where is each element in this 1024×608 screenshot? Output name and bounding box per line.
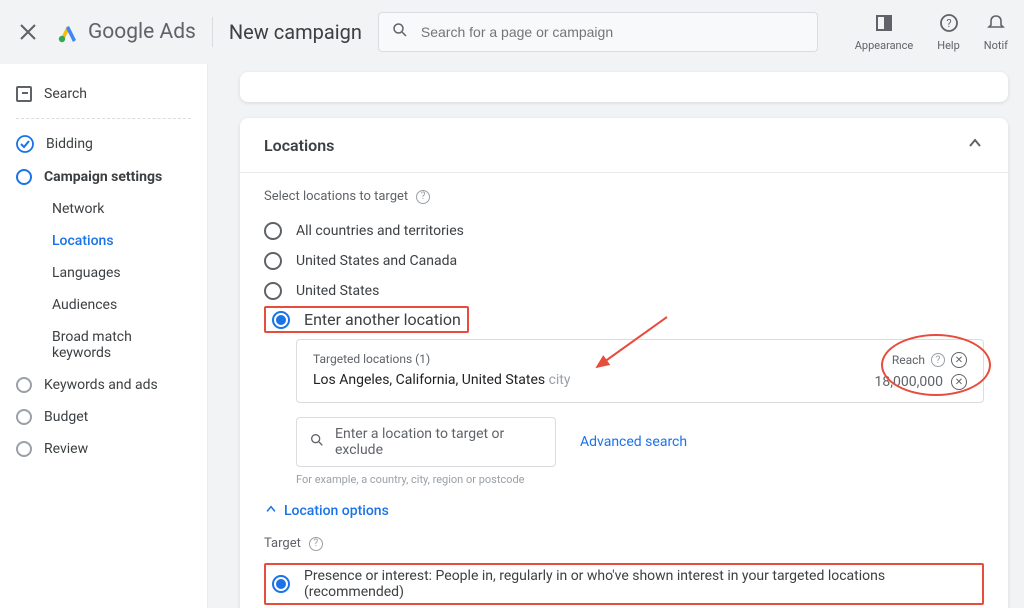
card-header-locations[interactable]: Locations [240, 118, 1008, 173]
google-ads-logo-icon [56, 20, 80, 44]
step-icon [16, 441, 32, 457]
sidebar-sub-languages[interactable]: Languages [16, 257, 191, 289]
top-header: Google Ads New campaign Appearance ? Hel… [0, 0, 1024, 64]
product-name: Google Ads [88, 20, 196, 44]
prev-card-placeholder [240, 72, 1008, 102]
search-icon [309, 432, 325, 452]
step-icon [16, 409, 32, 425]
reach-label: Reach [892, 353, 925, 367]
target-label: Target [264, 536, 301, 551]
sidebar-item-budget[interactable]: Budget [16, 401, 191, 433]
location-prompt: Select locations to target [264, 189, 408, 204]
radio-label: All countries and territories [296, 223, 464, 239]
advanced-search-link[interactable]: Advanced search [580, 434, 687, 450]
card-title: Locations [264, 136, 334, 155]
help-icon[interactable]: ? [416, 190, 430, 204]
page-title: New campaign [229, 20, 362, 44]
radio-label[interactable]: Enter another location [304, 310, 461, 329]
location-options-label: Location options [284, 503, 389, 519]
sidebar-item-bidding[interactable]: Bidding [16, 127, 191, 161]
chevron-up-icon [264, 502, 278, 520]
search-step-icon [16, 86, 32, 102]
chevron-up-icon [966, 134, 984, 156]
targeted-locations-box: Targeted locations (1) Los Angeles, Cali… [296, 339, 984, 403]
radio-us[interactable]: United States [264, 276, 984, 306]
locations-card: Locations Select locations to target ? A… [240, 118, 1008, 608]
location-options-toggle[interactable]: Location options [264, 502, 984, 520]
sidebar: Search Bidding Campaign settings Network… [0, 64, 208, 608]
sidebar-item-label: Budget [44, 409, 88, 425]
top-search-input[interactable] [421, 24, 805, 40]
bell-icon [987, 13, 1005, 37]
radio-label: United States and Canada [296, 253, 457, 269]
annotation-highlight: Presence or interest: People in, regular… [264, 563, 984, 605]
notifications-button[interactable]: Notif [984, 13, 1008, 52]
radio-presence-interest[interactable]: Presence or interest: People in, regular… [272, 568, 976, 600]
targeted-location-name: Los Angeles, California, United States [313, 372, 545, 388]
sidebar-item-label: Campaign settings [44, 169, 162, 185]
sidebar-item-keywords-ads[interactable]: Keywords and ads [16, 369, 191, 401]
appearance-label: Appearance [855, 39, 914, 52]
divider [212, 17, 213, 47]
location-search-placeholder: Enter a location to target or exclude [335, 426, 543, 458]
targeted-location-type: city [549, 372, 571, 388]
radio-label: Presence or interest: People in, regular… [304, 568, 976, 600]
radio-selected-icon [272, 575, 290, 593]
remove-location-icon[interactable]: ✕ [951, 374, 967, 390]
content-area: Locations Select locations to target ? A… [208, 64, 1024, 608]
svg-text:?: ? [946, 17, 951, 30]
checkmark-icon [16, 135, 34, 153]
appearance-icon [875, 13, 893, 37]
help-label: Help [937, 39, 960, 52]
radio-icon [264, 252, 282, 270]
radio-selected-icon[interactable] [272, 311, 290, 329]
sidebar-item-label: Keywords and ads [44, 377, 158, 393]
remove-column-icon[interactable]: ✕ [951, 352, 967, 368]
sidebar-item-search[interactable]: Search [16, 78, 191, 110]
sidebar-item-label: Search [44, 86, 87, 102]
sidebar-item-label: Bidding [46, 136, 93, 152]
sidebar-sub-broad-match[interactable]: Broad match keywords [16, 321, 191, 369]
logo-area: Google Ads [56, 20, 196, 44]
targeted-header: Targeted locations (1) [313, 352, 875, 366]
sidebar-item-label: Review [44, 441, 88, 457]
step-icon [16, 377, 32, 393]
help-icon[interactable]: ? [931, 353, 945, 367]
sidebar-sub-locations[interactable]: Locations [16, 225, 191, 257]
help-icon: ? [940, 13, 958, 37]
top-search[interactable] [378, 12, 818, 52]
sidebar-item-campaign-settings[interactable]: Campaign settings [16, 161, 191, 193]
notif-label: Notif [984, 39, 1008, 52]
help-button[interactable]: ? Help [937, 13, 960, 52]
sidebar-sub-network[interactable]: Network [16, 193, 191, 225]
step-active-icon [16, 169, 32, 185]
annotation-highlight: Enter another location [264, 306, 469, 333]
radio-all-countries[interactable]: All countries and territories [264, 216, 984, 246]
radio-icon [264, 282, 282, 300]
search-icon [391, 21, 409, 43]
radio-label: United States [296, 283, 379, 299]
location-search-input[interactable]: Enter a location to target or exclude [296, 417, 556, 467]
appearance-button[interactable]: Appearance [855, 13, 914, 52]
reach-value: 18,000,000 [875, 374, 943, 390]
close-icon[interactable] [16, 20, 40, 44]
help-icon[interactable]: ? [309, 537, 323, 551]
sidebar-item-review[interactable]: Review [16, 433, 191, 465]
sidebar-sub-audiences[interactable]: Audiences [16, 289, 191, 321]
radio-us-canada[interactable]: United States and Canada [264, 246, 984, 276]
location-example-text: For example, a country, city, region or … [296, 473, 984, 486]
radio-icon [264, 222, 282, 240]
